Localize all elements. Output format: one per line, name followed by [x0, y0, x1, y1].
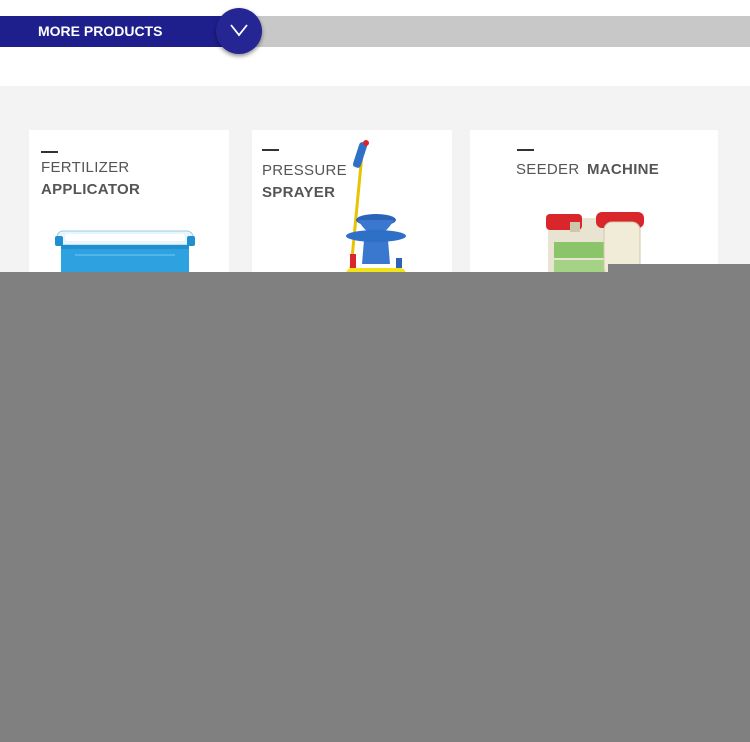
- title-dash: [517, 149, 534, 151]
- product-title-line1: FERTILIZER: [41, 159, 130, 176]
- product-title-line1: SEEDER: [516, 161, 580, 178]
- product-title-line2: MACHINE: [587, 161, 660, 178]
- more-products-label: MORE PRODUCTS: [38, 23, 163, 39]
- chevron-down-icon: [230, 24, 248, 37]
- gray-overlay: [0, 272, 750, 742]
- product-title-line2: APPLICATOR: [41, 181, 141, 198]
- title-dash: [41, 151, 58, 153]
- product-title-line1: PRESSURE: [262, 162, 347, 179]
- title-dash: [262, 149, 279, 151]
- overlay-step: [608, 264, 750, 272]
- more-products-toggle-button[interactable]: [216, 8, 262, 54]
- product-title-line2: SPRAYER: [262, 184, 336, 201]
